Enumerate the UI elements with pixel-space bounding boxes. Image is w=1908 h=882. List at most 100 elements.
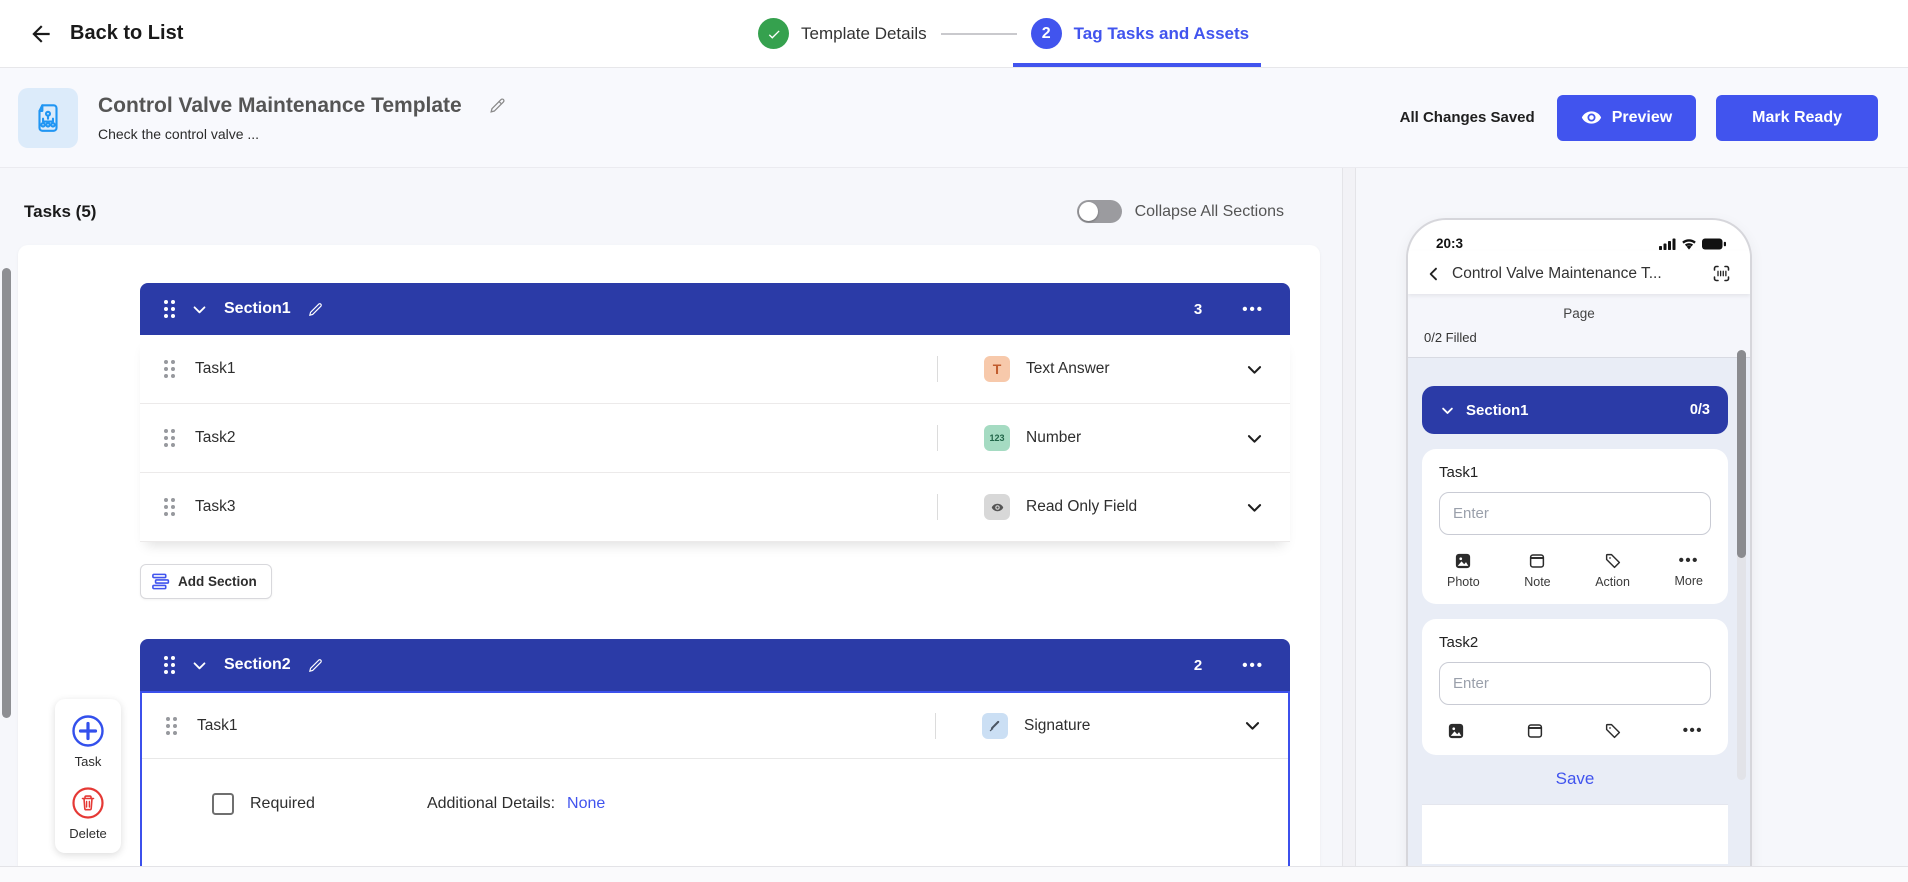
add-section-button[interactable]: Add Section (140, 564, 272, 599)
drag-handle-icon[interactable] (164, 498, 175, 516)
template-icon (18, 88, 78, 148)
back-to-list-button[interactable]: Back to List (28, 21, 183, 47)
task-name: Task3 (195, 498, 236, 516)
chevron-down-icon[interactable] (1245, 429, 1264, 448)
additional-details-link[interactable]: None (567, 795, 605, 813)
phone-section-header[interactable]: Section1 0/3 (1422, 386, 1728, 434)
phone-save-button[interactable]: Save (1556, 769, 1595, 788)
step1-label: Template Details (801, 24, 927, 44)
action-tag-button[interactable]: Action (1595, 552, 1630, 589)
divider (935, 713, 936, 739)
tasks-panel: Tasks (5) Collapse All Sections Section1… (0, 168, 1342, 882)
divider (937, 425, 938, 451)
template-header: Control Valve Maintenance Template Check… (0, 68, 1908, 168)
back-chevron-icon[interactable] (1426, 266, 1442, 282)
note-action-button[interactable] (1526, 722, 1544, 740)
task-row[interactable]: Task3 Read Only Field (140, 473, 1290, 542)
section-menu-icon[interactable]: ••• (1242, 657, 1264, 674)
photo-icon (1447, 722, 1465, 740)
drag-handle-icon[interactable] (166, 717, 177, 735)
tasks-heading: Tasks (5) (24, 202, 96, 222)
task-row[interactable]: Task1 T Text Answer (140, 335, 1290, 404)
battery-icon (1702, 238, 1726, 250)
read-only-eye-icon (984, 494, 1010, 520)
chevron-down-icon[interactable] (191, 301, 208, 318)
task-type-label: Number (1026, 429, 1081, 447)
plus-circle-icon (70, 713, 106, 749)
phone-mockup: 20:3 Control Valve Maintenance T... Page (1406, 218, 1752, 882)
phone-task-card: Task2 (1422, 619, 1728, 755)
phone-nav-bar: Control Valve Maintenance T... (1408, 251, 1750, 294)
filled-progress-label: 0/2 Filled (1424, 330, 1734, 345)
task-row-selected[interactable]: Task1 Signature (142, 693, 1288, 759)
drag-handle-icon[interactable] (164, 300, 175, 318)
drag-handle-icon[interactable] (164, 656, 175, 674)
section-block-1: Section1 3 ••• Task1 T Text Answer (140, 283, 1290, 542)
step-tag-tasks-and-assets[interactable]: 2 Tag Tasks and Assets (1031, 0, 1249, 67)
chevron-down-icon[interactable] (1243, 716, 1262, 735)
page-title: Control Valve Maintenance Template (98, 94, 462, 118)
step-template-details[interactable]: Template Details (758, 0, 927, 67)
page-label: Page (1424, 306, 1734, 321)
main-scrollbar-thumb[interactable] (2, 268, 11, 718)
delete-button[interactable]: Delete (69, 785, 107, 841)
drag-handle-icon[interactable] (164, 429, 175, 447)
tag-icon (1604, 722, 1622, 740)
edit-section-icon[interactable] (307, 657, 324, 674)
mark-ready-button[interactable]: Mark Ready (1716, 95, 1878, 141)
add-section-icon (151, 572, 170, 591)
collapse-all-toggle[interactable] (1077, 200, 1122, 223)
divider (937, 494, 938, 520)
mobile-preview-panel: 20:3 Control Valve Maintenance T... Page (1356, 168, 1908, 882)
action-tag-button[interactable] (1604, 722, 1622, 740)
save-status: All Changes Saved (1400, 109, 1535, 126)
add-task-button[interactable]: Task (70, 713, 106, 769)
chevron-down-icon[interactable] (1245, 498, 1264, 517)
edit-section-icon[interactable] (307, 301, 324, 318)
phone-task-input[interactable] (1439, 492, 1711, 535)
divider (937, 356, 938, 382)
more-dots-icon: ••• (1683, 722, 1703, 739)
task-row[interactable]: Task2 123 Number (140, 404, 1290, 473)
note-action-button[interactable]: Note (1524, 552, 1550, 589)
phone-screen: Page 0/2 Filled Section1 0/3 Task1 (1408, 294, 1750, 882)
photo-action-button[interactable]: Photo (1447, 552, 1480, 589)
task-name: Task1 (195, 360, 236, 378)
preview-label: Preview (1612, 109, 1672, 127)
phone-bottom-area (1422, 804, 1728, 864)
required-checkbox[interactable] (212, 793, 234, 815)
phone-scrollbar-thumb[interactable] (1737, 350, 1746, 558)
drag-handle-icon[interactable] (164, 360, 175, 378)
section2-name: Section2 (224, 656, 291, 674)
tag-icon (1604, 552, 1622, 570)
chevron-down-icon (1440, 403, 1455, 418)
text-answer-icon: T (984, 356, 1010, 382)
trash-icon (70, 785, 106, 821)
required-label: Required (250, 795, 315, 813)
phone-time: 20:3 (1436, 236, 1463, 251)
horizontal-scrollbar-track[interactable] (0, 866, 1908, 882)
section-menu-icon[interactable]: ••• (1242, 301, 1264, 318)
main-area: Tasks (5) Collapse All Sections Section1… (0, 168, 1908, 882)
photo-icon (1454, 552, 1472, 570)
phone-task-name: Task1 (1439, 464, 1711, 481)
add-task-label: Task (75, 754, 102, 769)
task-type-label: Read Only Field (1026, 498, 1137, 516)
phone-task-input[interactable] (1439, 662, 1711, 705)
scan-icon[interactable] (1711, 263, 1732, 284)
note-icon (1528, 552, 1546, 570)
photo-action-button[interactable] (1447, 722, 1465, 740)
chevron-down-icon[interactable] (191, 657, 208, 674)
section2-task-count: 2 (1194, 657, 1202, 674)
preview-button[interactable]: Preview (1557, 95, 1696, 141)
main-scrollbar-track[interactable] (1342, 168, 1356, 882)
chevron-down-icon[interactable] (1245, 360, 1264, 379)
task-name: Task1 (197, 717, 238, 735)
section2-header[interactable]: Section2 2 ••• (140, 639, 1290, 691)
section1-header[interactable]: Section1 3 ••• (140, 283, 1290, 335)
edit-title-icon[interactable] (488, 96, 507, 115)
more-action-button[interactable]: ••• More (1675, 552, 1703, 589)
step-done-check-icon (758, 18, 789, 49)
step-connector (941, 33, 1017, 35)
more-action-button[interactable]: ••• (1683, 722, 1703, 740)
